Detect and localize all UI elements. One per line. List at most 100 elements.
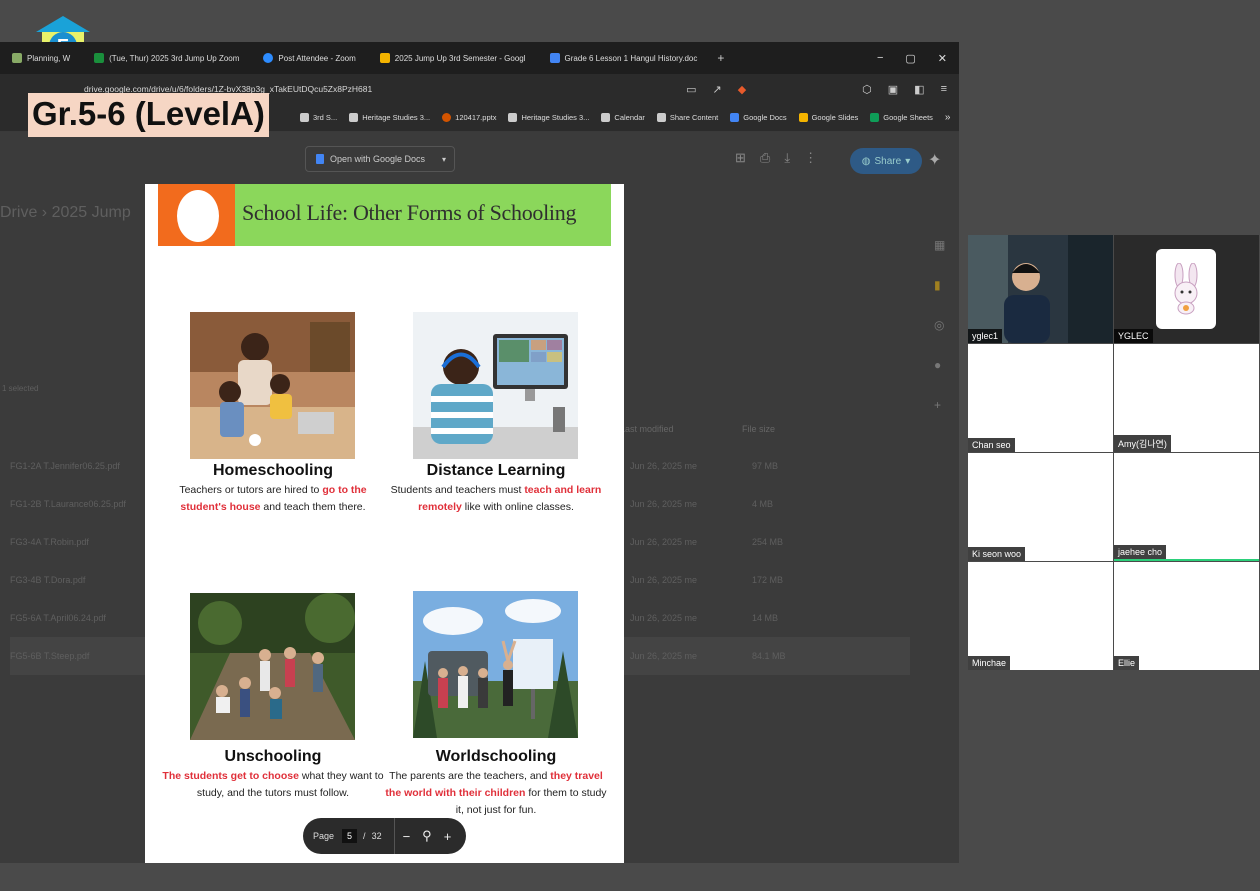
tab-post-attendee[interactable]: Post Attendee - Zoom	[251, 42, 367, 74]
card-title-distance-learning: Distance Learning	[426, 462, 566, 479]
file-size: 254 MB	[752, 537, 784, 547]
open-with-button[interactable]: Open with Google Docs ▾	[305, 146, 455, 172]
bookmarks-more-button[interactable]: »	[945, 112, 959, 123]
tab-planning[interactable]: Planning, W	[0, 42, 82, 74]
pdf-viewer-toolbar: Open with Google Docs ▾ ⊞ ⎙ ⤓ ⋮ ◍ Share …	[0, 132, 959, 188]
tab-favicon-icon	[12, 53, 22, 63]
participant-tile-active-speaker[interactable]: jaehee cho	[1114, 453, 1259, 561]
file-size: 97 MB	[752, 461, 779, 471]
add-to-drive-icon[interactable]: ⊞	[735, 150, 746, 166]
participant-tile-avatar[interactable]: YGLEC	[1114, 235, 1259, 343]
tasks-icon[interactable]: ◎	[934, 318, 945, 332]
download-icon[interactable]: ⤓	[784, 150, 790, 166]
participant-tile[interactable]: Minchae	[968, 562, 1113, 670]
worldschooling-image	[413, 591, 578, 738]
file-modified: Jun 26, 2025 me	[630, 461, 698, 471]
bookmark-favicon-icon	[508, 113, 518, 122]
tab-bar: Planning, W (Tue, Thur) 2025 3rd Jump Up…	[0, 42, 959, 74]
column-header-modified[interactable]: Last modified	[620, 424, 674, 434]
new-tab-button[interactable]: +	[709, 51, 732, 65]
docs-icon	[316, 154, 324, 164]
rabbit-avatar-icon	[1174, 263, 1198, 315]
window-controls: − ▢ ✕	[877, 52, 959, 65]
cast-icon[interactable]: ▭	[686, 83, 696, 96]
file-modified: Jun 26, 2025 me	[630, 575, 698, 585]
zoom-out-button[interactable]: −	[403, 829, 411, 844]
bookmark-google-docs[interactable]: Google Docs	[730, 113, 787, 122]
file-name: FG3-4B T.Dora.pdf	[10, 575, 86, 585]
maximize-button[interactable]: ▢	[905, 52, 915, 65]
file-size: 4 MB	[752, 499, 774, 509]
bookmark-favicon-icon	[656, 113, 666, 122]
chevron-down-icon[interactable]: ▾	[442, 155, 446, 164]
bookmark-item[interactable]: Calendar	[601, 113, 645, 122]
add-icon[interactable]: +	[934, 398, 945, 412]
share-button[interactable]: ◍ Share ▾	[850, 148, 922, 174]
calendar-icon[interactable]: ▦	[934, 238, 945, 252]
contacts-icon[interactable]: ●	[934, 358, 945, 372]
sheets-favicon-icon	[94, 53, 105, 63]
participant-tile[interactable]: Ellie	[1114, 562, 1259, 670]
file-modified: Jun 26, 2025 me	[630, 613, 698, 623]
participant-tile-video[interactable]: yglec1	[968, 235, 1113, 343]
gemini-sparkle-icon[interactable]: ✦	[928, 150, 941, 170]
level-label: Gr.5-6 (LevelA)	[28, 93, 269, 137]
bookmark-favicon-icon	[300, 113, 309, 122]
participant-tile[interactable]: Amy(김나연)	[1114, 344, 1259, 452]
participant-name: Ki seon woo	[968, 547, 1026, 561]
bookmark-favicon-icon	[601, 113, 611, 122]
powerpoint-favicon-icon	[442, 113, 452, 122]
keep-icon[interactable]: ▮	[934, 278, 945, 292]
minimize-button[interactable]: −	[877, 52, 883, 65]
zoom-icon[interactable]: ⚲	[422, 828, 432, 844]
selection-count: 1 selected	[2, 384, 39, 393]
breadcrumb: Drive › 2025 Jump	[0, 204, 131, 222]
more-icon[interactable]: ⋮	[804, 150, 817, 166]
participant-tile[interactable]: Chan seo	[968, 344, 1113, 452]
print-icon[interactable]: ⎙	[760, 150, 770, 166]
participant-tile[interactable]: Ki seon woo	[968, 453, 1113, 561]
menu-icon[interactable]: ≡	[941, 83, 947, 96]
file-size: 172 MB	[752, 575, 784, 585]
tab-grade6-lesson[interactable]: Grade 6 Lesson 1 Hangul History.doc	[538, 42, 710, 74]
zoom-in-button[interactable]: +	[444, 829, 452, 844]
sidebar-toggle-icon[interactable]: ◧	[914, 83, 924, 96]
homeschooling-image	[190, 312, 355, 459]
page-total: 32	[371, 831, 382, 841]
bookmark-item[interactable]: Heritage Studies 3...	[508, 113, 589, 122]
participant-name: Ellie	[1114, 656, 1140, 670]
extensions-icon[interactable]: ⬡	[862, 83, 872, 96]
participant-video-icon	[968, 235, 1113, 343]
header-circle	[177, 190, 219, 242]
bookmark-item[interactable]: 3rd S...	[300, 113, 337, 122]
bookmark-item[interactable]: 120417.pptx	[442, 113, 496, 122]
close-button[interactable]: ✕	[938, 52, 947, 65]
file-name: FG5-6B T.Steep.pdf	[10, 651, 90, 661]
file-modified: Jun 26, 2025 me	[630, 499, 698, 509]
bookmark-item[interactable]: Heritage Studies 3...	[349, 113, 430, 122]
page-label: Page	[313, 831, 335, 841]
unschooling-image	[190, 593, 355, 740]
bookmark-google-sheets[interactable]: Google Sheets	[870, 113, 933, 122]
docs-favicon-icon	[730, 113, 740, 122]
page-navigation: Page 5 / 32 − ⚲ +	[303, 818, 466, 854]
brave-shield-icon[interactable]: ◆	[738, 83, 746, 96]
file-name: FG1-2B T.Laurance06.25.pdf	[10, 499, 126, 509]
bookmark-item[interactable]: Share Content	[656, 113, 718, 122]
share-page-icon[interactable]: ↗	[712, 83, 721, 96]
card-desc-worldschooling: The parents are the teachers, and they t…	[385, 770, 607, 816]
page-number-input[interactable]: 5	[342, 829, 358, 843]
file-modified: Jun 26, 2025 me	[630, 651, 698, 661]
breadcrumb-root[interactable]: Drive	[0, 204, 37, 221]
tab-zoom-sheet[interactable]: (Tue, Thur) 2025 3rd Jump Up Zoom	[82, 42, 251, 74]
participant-name: Chan seo	[968, 438, 1015, 452]
breadcrumb-folder[interactable]: 2025 Jump	[52, 204, 131, 221]
tab-drive-folder[interactable]: 2025 Jump Up 3rd Semester - Googl	[368, 42, 538, 74]
wallet-icon[interactable]: ▣	[888, 83, 898, 96]
file-name: FG3-4A T.Robin.pdf	[10, 537, 89, 547]
card-desc-distance-learning: Students and teachers must teach and lea…	[390, 484, 602, 513]
drive-side-panel: ▦ ▮ ◎ ● +	[934, 238, 945, 412]
bookmark-google-slides[interactable]: Google Slides	[798, 113, 858, 122]
column-header-size[interactable]: File size	[742, 424, 775, 434]
zoom-favicon-icon	[263, 53, 274, 63]
